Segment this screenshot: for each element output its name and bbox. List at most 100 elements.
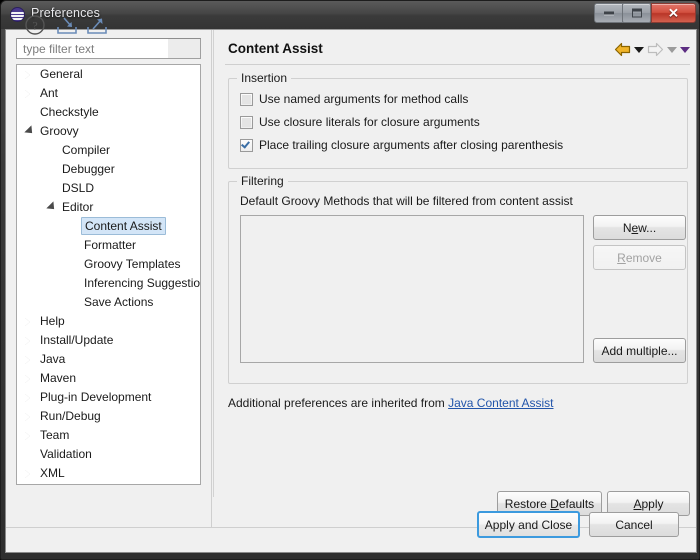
sidebar-item-label: DSLD: [62, 181, 95, 195]
checkbox-named-arguments-label: Use named arguments for method calls: [259, 92, 469, 106]
sidebar-item-label: XML: [40, 466, 65, 480]
page-title: Content Assist: [228, 41, 323, 56]
sidebar-item-debugger[interactable]: Debugger: [17, 160, 200, 179]
sidebar-item-formatter[interactable]: Formatter: [17, 236, 200, 255]
sidebar-item-label: Ant: [40, 86, 59, 100]
sidebar-item-label: Java: [40, 352, 66, 366]
checkbox-closure-literals-label: Use closure literals for closure argumen…: [259, 115, 480, 129]
sidebar-item-content-assist[interactable]: Content Assist: [17, 217, 200, 236]
new-button[interactable]: New...: [593, 215, 686, 240]
preferences-tree[interactable]: General Ant Checkstyle Groovy Compiler Debugg…: [16, 64, 201, 485]
add-multiple-button-label: Add multiple...: [601, 343, 678, 358]
svg-text:?: ?: [32, 19, 37, 33]
sidebar-item-general[interactable]: General: [17, 65, 200, 84]
sidebar-item-plug-in-development[interactable]: Plug-in Development: [17, 388, 200, 407]
add-multiple-button[interactable]: Add multiple...: [593, 338, 686, 363]
apply-button-label: Apply: [633, 496, 664, 511]
restore-defaults-label: Restore Defaults: [504, 496, 595, 511]
sidebar-item-team[interactable]: Team: [17, 426, 200, 445]
export-icon[interactable]: [86, 15, 108, 36]
minimize-button[interactable]: [594, 3, 623, 23]
sidebar-item-label: Groovy Templates: [84, 257, 181, 271]
filter-input-cap: [168, 39, 200, 58]
checkbox-closure-literals[interactable]: Use closure literals for closure argumen…: [240, 113, 480, 131]
forward-dropdown-icon: [667, 46, 677, 53]
sidebar-item-label: Validation: [40, 447, 92, 461]
forward-arrow-icon: [647, 42, 664, 57]
preferences-window: Preferences ✕ type filter text General An…: [0, 0, 700, 560]
eclipse-icon: [10, 7, 25, 22]
sidebar-item-run-debug[interactable]: Run/Debug: [17, 407, 200, 426]
checkbox-named-arguments[interactable]: Use named arguments for method calls: [240, 90, 468, 108]
chevron-right-icon[interactable]: [25, 375, 30, 383]
chevron-right-icon[interactable]: [25, 318, 30, 326]
sidebar-item-maven[interactable]: Maven: [17, 369, 200, 388]
inherited-preferences-text: Additional preferences are inherited fro…: [228, 396, 449, 410]
checkbox-named-arguments-box[interactable]: [240, 92, 253, 106]
java-content-assist-link[interactable]: Java Content Assist: [448, 396, 553, 410]
remove-button-label: Remove: [617, 250, 662, 265]
insertion-group-label: Insertion: [237, 71, 292, 85]
sidebar-item-label: Groovy: [40, 124, 79, 138]
sidebar-item-ant[interactable]: Ant: [17, 84, 200, 103]
filtered-methods-list[interactable]: [240, 215, 584, 363]
view-menu-icon[interactable]: [680, 46, 690, 53]
sidebar-item-label: Plug-in Development: [40, 390, 152, 404]
sidebar-item-label: General: [40, 67, 83, 81]
preferences-tree-pane: type filter text General Ant Checkstyle Gro…: [6, 30, 211, 497]
chevron-right-icon[interactable]: [25, 90, 30, 98]
chevron-down-icon[interactable]: [46, 201, 58, 213]
checkbox-trailing-closure-box[interactable]: [240, 138, 253, 152]
sidebar-item-checkstyle[interactable]: Checkstyle: [17, 103, 200, 122]
import-icon[interactable]: [56, 15, 78, 36]
checkbox-trailing-closure[interactable]: Place trailing closure arguments after c…: [240, 136, 563, 154]
window-controls: ✕: [594, 3, 696, 23]
sidebar-item-label: Maven: [40, 371, 77, 385]
sidebar-item-java[interactable]: Java: [17, 350, 200, 369]
chevron-right-icon[interactable]: [25, 337, 30, 345]
sidebar-item-editor[interactable]: Editor: [17, 198, 200, 217]
search-input[interactable]: type filter text: [23, 42, 94, 56]
checkbox-closure-literals-box[interactable]: [240, 115, 253, 129]
sidebar-item-save-actions[interactable]: Save Actions: [17, 293, 200, 312]
back-arrow-icon[interactable]: [614, 42, 631, 57]
sidebar-item-install-update[interactable]: Install/Update: [17, 331, 200, 350]
close-button[interactable]: ✕: [651, 3, 696, 23]
sidebar-item-validation[interactable]: Validation: [17, 445, 200, 464]
cancel-button[interactable]: Cancel: [589, 512, 679, 537]
filtering-group-label: Filtering: [237, 174, 288, 188]
preference-page: Content Assist Insertion Use named argum…: [217, 30, 696, 516]
chevron-right-icon[interactable]: [25, 71, 30, 79]
sidebar-item-groovy-templates[interactable]: Groovy Templates: [17, 255, 200, 274]
chevron-right-icon[interactable]: [25, 432, 30, 440]
chevron-right-icon[interactable]: [25, 356, 30, 364]
maximize-button[interactable]: [622, 3, 651, 23]
sidebar-item-dsld[interactable]: DSLD: [17, 179, 200, 198]
sidebar-item-label: Help: [40, 314, 65, 328]
filter-input-wrapper[interactable]: type filter text: [16, 38, 201, 59]
chevron-down-icon[interactable]: [24, 125, 36, 137]
chevron-right-icon[interactable]: [25, 413, 30, 421]
sidebar-item-help[interactable]: Help: [17, 312, 200, 331]
apply-and-close-label: Apply and Close: [484, 517, 573, 532]
sidebar-item-groovy[interactable]: Groovy: [17, 122, 200, 141]
sidebar-item-xml[interactable]: XML: [17, 464, 200, 483]
sidebar-item-label: Compiler: [62, 143, 111, 157]
help-icon[interactable]: ?: [24, 14, 46, 36]
inherited-preferences-note: Additional preferences are inherited fro…: [228, 396, 554, 410]
sidebar-item-label: Save Actions: [84, 295, 154, 309]
back-dropdown-icon[interactable]: [634, 46, 644, 53]
sidebar-item-label: Team: [40, 428, 70, 442]
apply-and-close-button[interactable]: Apply and Close: [477, 511, 580, 538]
chevron-right-icon[interactable]: [25, 394, 30, 402]
title-separator: [225, 64, 690, 65]
insertion-group: Insertion Use named arguments for method…: [228, 71, 688, 169]
remove-button: Remove: [593, 245, 686, 270]
sidebar-item-label: Debugger: [62, 162, 115, 176]
sidebar-item-label: Editor: [62, 200, 94, 214]
dialog-client-area: type filter text General Ant Checkstyle Gro…: [5, 29, 697, 553]
sidebar-item-inferencing-suggestions[interactable]: Inferencing Suggestions: [17, 274, 200, 293]
sidebar-item-label: Run/Debug: [40, 409, 101, 423]
sidebar-item-compiler[interactable]: Compiler: [17, 141, 200, 160]
chevron-right-icon[interactable]: [25, 470, 30, 478]
